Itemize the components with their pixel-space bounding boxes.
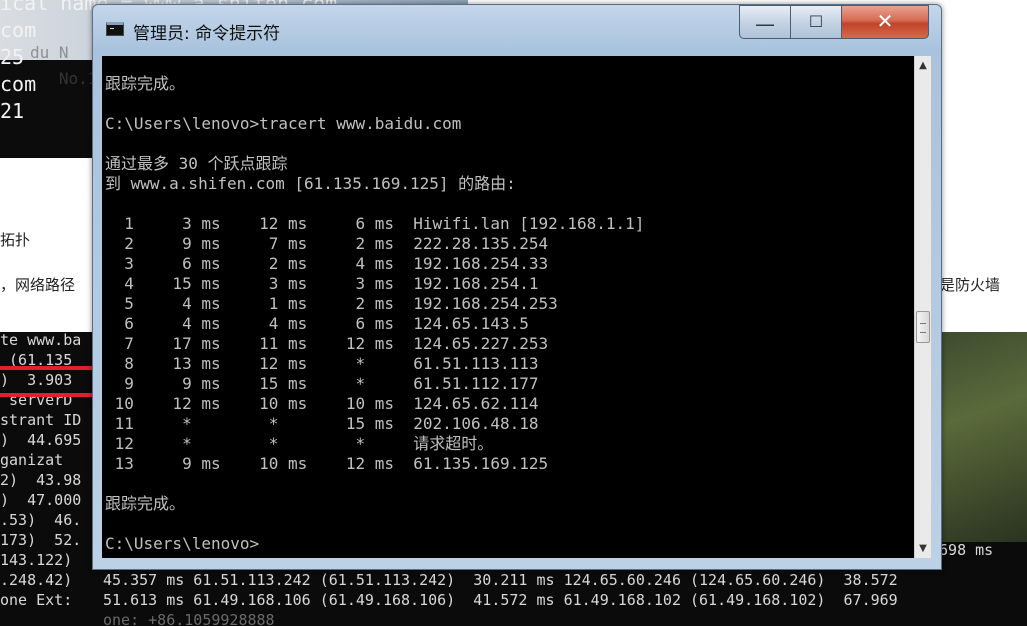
scroll-up-arrow-icon[interactable]: ▲ [915, 57, 931, 74]
minimize-icon: — [755, 12, 775, 36]
console-output[interactable]: 跟踪完成。 C:\Users\lenovo>tracert www.baidu.… [102, 56, 914, 558]
background-photo [930, 332, 1027, 542]
background-terminal-row1: 45.357 ms 61.51.113.242 (61.51.113.242) … [103, 571, 898, 589]
vertical-scrollbar[interactable]: ▲ ▼ [914, 56, 931, 558]
minimize-button[interactable]: — [739, 5, 791, 39]
maximize-icon: ☐ [808, 12, 824, 31]
background-red-underline [0, 393, 95, 397]
window-title: 管理员: 命令提示符 [133, 24, 281, 44]
background-terminal-right: .698 ms [930, 540, 1027, 560]
console-text: 跟踪完成。 C:\Users\lenovo>tracert www.baidu.… [105, 74, 645, 553]
background-red-underline [0, 366, 95, 370]
cmd-app-icon[interactable] [106, 22, 124, 36]
background-terminal-right-text: .698 ms [930, 541, 994, 559]
background-text-firewall: 是防火墙 [940, 276, 1001, 294]
background-terminal-row3: one: +86.1059928888 [103, 611, 275, 626]
maximize-button[interactable]: ☐ [790, 5, 842, 39]
background-text-network-path: ，网络路径 [0, 276, 76, 294]
title-bar[interactable]: 管理员: 命令提示符 — ☐ ✕ [93, 5, 941, 55]
background-text-topology: 拓扑 [0, 231, 31, 249]
scrollbar-thumb[interactable] [916, 311, 930, 343]
close-button[interactable]: ✕ [841, 5, 929, 39]
cmd-window: 管理员: 命令提示符 — ☐ ✕ 跟踪完成。 C:\Users\lenovo>t… [92, 4, 942, 570]
scroll-down-arrow-icon[interactable]: ▼ [915, 540, 931, 557]
background-terminal-left-text: te www.ba (61.135 ) 3.903 serverD strant… [0, 332, 82, 609]
background-terminal-row2: 51.613 ms 61.49.168.106 (61.49.168.106) … [103, 591, 898, 609]
close-icon: ✕ [876, 9, 894, 33]
